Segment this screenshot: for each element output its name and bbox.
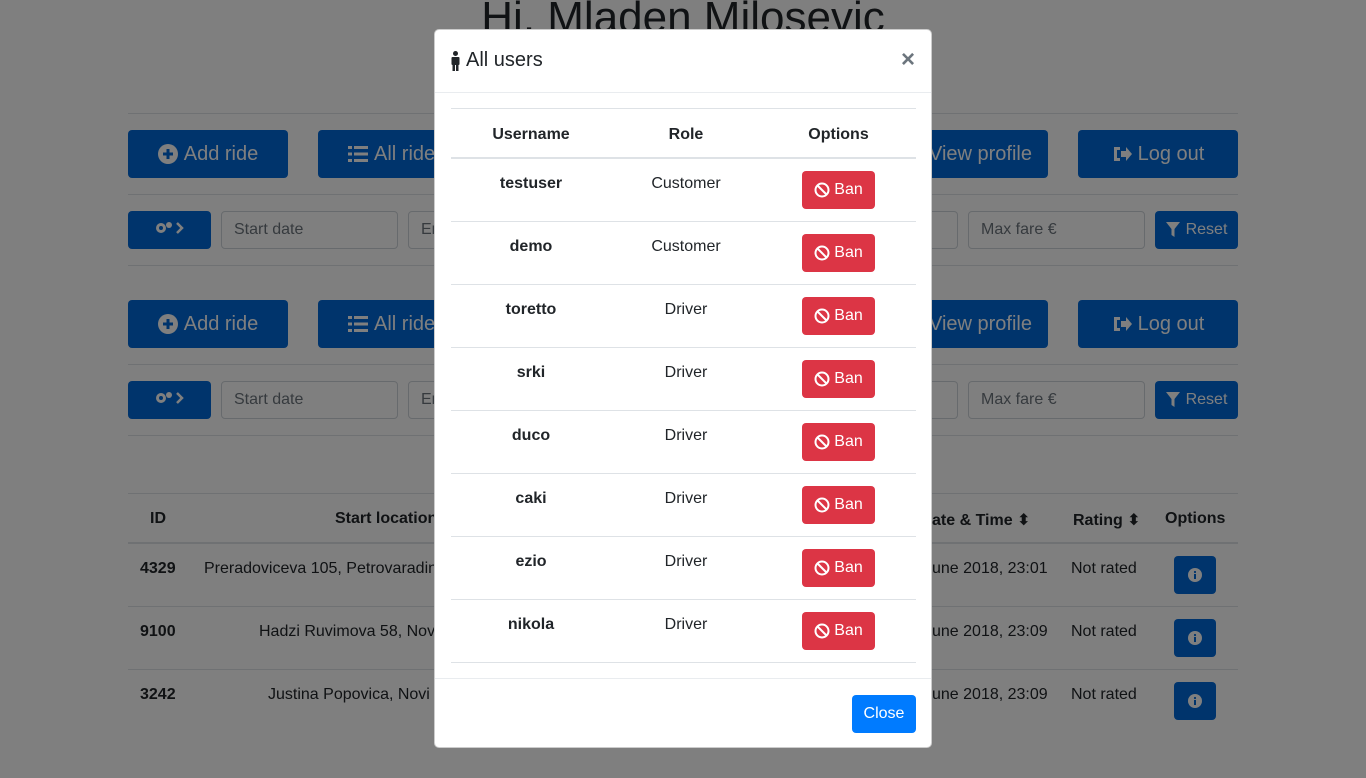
ban-label: Ban (834, 307, 863, 324)
modal-title: All users (451, 49, 543, 72)
user-row: demo Customer Ban (451, 222, 916, 285)
user-row: toretto Driver Ban (451, 285, 916, 348)
ban-label: Ban (834, 496, 863, 513)
user-username: nikola (507, 616, 555, 633)
user-row: duco Driver Ban (451, 411, 916, 474)
close-button[interactable]: Close (852, 695, 916, 733)
user-role: Driver (664, 616, 708, 633)
ban-icon (814, 434, 830, 450)
ban-icon (814, 560, 830, 576)
user-role: Customer (651, 175, 721, 192)
user-username: toretto (505, 301, 557, 318)
user-username: demo (509, 238, 553, 255)
ban-label: Ban (834, 181, 863, 198)
user-username: caki (515, 490, 547, 507)
ban-label: Ban (834, 244, 863, 261)
ban-button[interactable]: Ban (802, 486, 875, 524)
ban-button[interactable]: Ban (802, 423, 875, 461)
ban-button[interactable]: Ban (802, 234, 875, 272)
ban-icon (814, 182, 830, 198)
ban-label: Ban (834, 622, 863, 639)
ban-button[interactable]: Ban (802, 549, 875, 587)
user-role: Customer (651, 238, 721, 255)
ban-label: Ban (834, 370, 863, 387)
ban-button[interactable]: Ban (802, 171, 875, 209)
user-role: Driver (664, 427, 708, 444)
ban-icon (814, 308, 830, 324)
ban-icon (814, 245, 830, 261)
user-username: testuser (499, 175, 563, 192)
all-users-modal: All users × Username Role Options testus… (434, 29, 932, 748)
ban-button[interactable]: Ban (802, 612, 875, 650)
user-role: Driver (664, 490, 708, 507)
ban-icon (814, 497, 830, 513)
ban-icon (814, 371, 830, 387)
close-icon[interactable]: × (901, 47, 915, 73)
user-row: testuser Customer Ban (451, 159, 916, 222)
user-role: Driver (664, 364, 708, 381)
user-row: caki Driver Ban (451, 474, 916, 537)
user-role: Driver (664, 301, 708, 318)
column-header-options: Options (808, 126, 869, 143)
modal-title-text: All users (466, 49, 543, 71)
user-username: ezio (515, 553, 547, 570)
ban-label: Ban (834, 433, 863, 450)
user-row: ezio Driver Ban (451, 537, 916, 600)
users-table-top-border (451, 108, 916, 109)
user-row: nikola Driver Ban (451, 600, 916, 663)
ban-icon (814, 623, 830, 639)
user-icon (451, 50, 460, 71)
user-username: srki (516, 364, 546, 381)
ban-label: Ban (834, 559, 863, 576)
ban-button[interactable]: Ban (802, 297, 875, 335)
user-username: duco (511, 427, 551, 444)
user-row: srki Driver Ban (451, 348, 916, 411)
column-header-role: Role (668, 126, 704, 143)
modal-header: All users × (435, 30, 931, 93)
column-header-username: Username (492, 126, 570, 143)
user-role: Driver (664, 553, 708, 570)
modal-footer-border (435, 678, 931, 679)
ban-button[interactable]: Ban (802, 360, 875, 398)
